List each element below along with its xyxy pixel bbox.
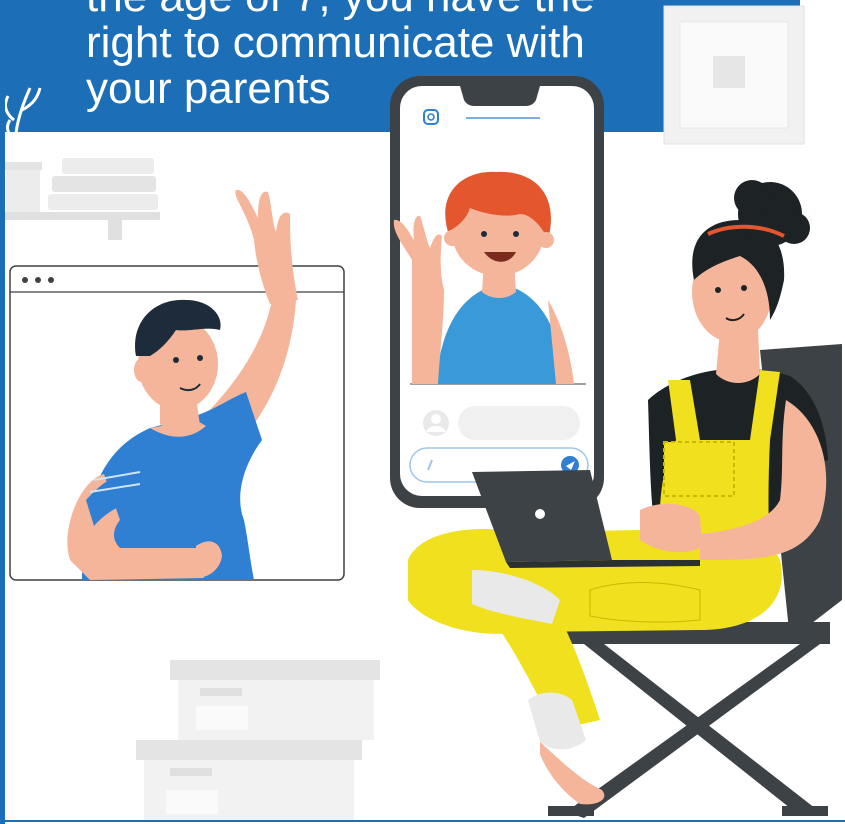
storage-boxes — [136, 660, 380, 820]
wall-frame — [663, 5, 805, 145]
bottom-border — [0, 820, 845, 822]
bookshelf — [2, 158, 160, 240]
left-border — [0, 0, 5, 824]
user-avatar-icon — [423, 410, 449, 436]
window-dots-icon — [22, 277, 54, 283]
scene-illustration — [2, 5, 842, 820]
illustration-page: the age of 7, you have the right to comm… — [0, 0, 845, 824]
plant-icon — [4, 87, 42, 161]
